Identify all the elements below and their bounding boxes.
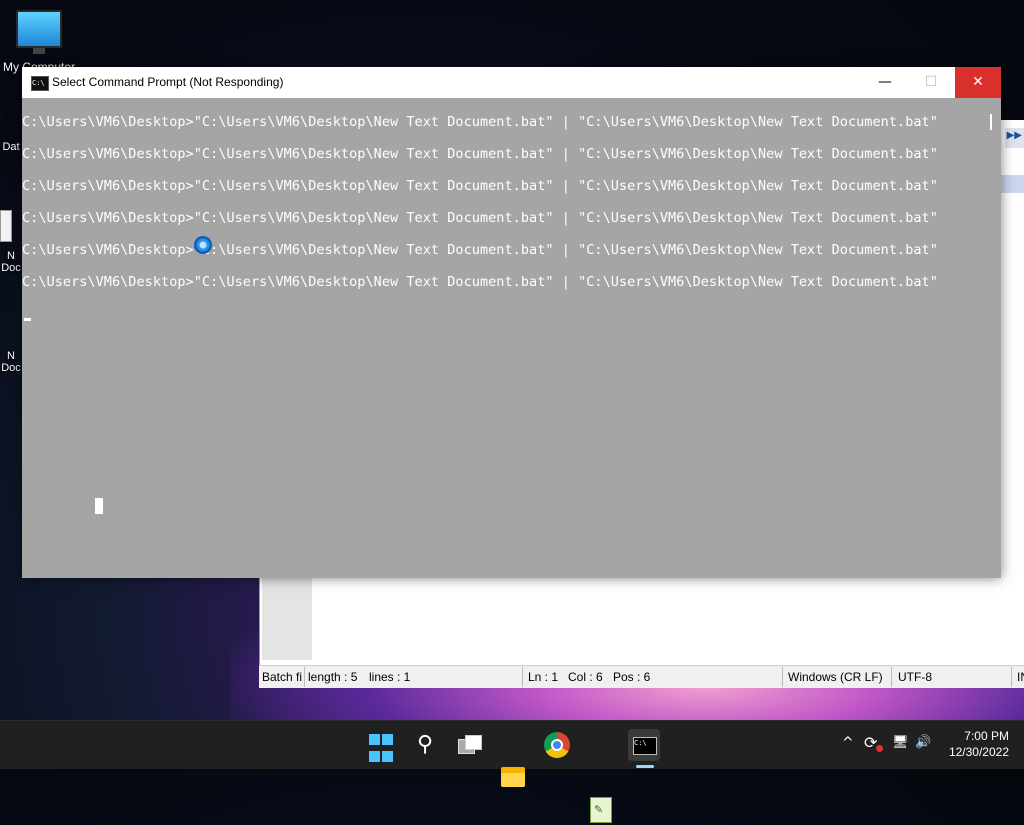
- command-prompt-window[interactable]: C:\ Select Command Prompt (Not Respondin…: [22, 67, 1001, 578]
- desktop-icon-label: Dat: [2, 141, 20, 153]
- start-icon[interactable]: [364, 729, 406, 771]
- status-ins: IN: [1017, 670, 1024, 684]
- chrome-icon[interactable]: [541, 729, 573, 761]
- desktop-icon-dat[interactable]: Dat: [0, 115, 22, 153]
- status-lines: lines : 1: [369, 670, 411, 684]
- file-explorer-icon[interactable]: [497, 761, 529, 793]
- system-clock[interactable]: 7:00 PM 12/30/2022: [949, 728, 1009, 760]
- console-line: C:\Users\VM6\Desktop>"C:\Users\VM6\Deskt…: [22, 146, 938, 162]
- title-bar[interactable]: C:\ Select Command Prompt (Not Respondin…: [22, 67, 1001, 98]
- status-encoding: UTF-8: [898, 670, 932, 684]
- task-view-icon[interactable]: [453, 729, 485, 761]
- file-icon: [0, 210, 12, 242]
- maximize-button[interactable]: ☐: [908, 67, 954, 98]
- desktop-icon-my-computer[interactable]: My Computer: [0, 10, 78, 74]
- console-line: C:\Users\VM6\Desktop>"C:\Users\VM6\Deskt…: [22, 242, 938, 258]
- status-filetype: Batch fi: [262, 670, 303, 684]
- status-ln: Ln : 1: [528, 670, 559, 684]
- busy-spinner-icon: [194, 236, 212, 254]
- status-pos: Pos : 6: [613, 670, 651, 684]
- console-line: C:\Users\VM6\Desktop>"C:\Users\VM6\Deskt…: [22, 210, 938, 226]
- taskbar: ⚲ ✎ C:\ ^ ⟳ 🖥 🔊 7:00 PM 12/30/2022: [0, 720, 1024, 823]
- text-cursor: [24, 318, 31, 321]
- desktop-icon-label: N Doc: [1, 250, 21, 274]
- console-line: C:\Users\VM6\Desktop>"C:\Users\VM6\Deskt…: [22, 114, 938, 130]
- close-button[interactable]: ✕: [955, 67, 1001, 98]
- console-output[interactable]: C:\Users\VM6\Desktop>"C:\Users\VM6\Deskt…: [22, 98, 1001, 578]
- cmd-icon: C:\: [31, 76, 49, 91]
- clock-time: 7:00 PM: [964, 729, 1009, 743]
- minimize-button[interactable]: —: [862, 67, 908, 98]
- notepadpp-status-bar: Batch fi length : 5 lines : 1 Ln : 1 Col…: [259, 665, 1024, 688]
- scrollbar-thumb[interactable]: [990, 114, 992, 130]
- block-cursor: [95, 498, 103, 514]
- status-col: Col : 6: [568, 670, 603, 684]
- desktop-icon-doc[interactable]: N Doc: [0, 210, 22, 274]
- terminal-icon[interactable]: C:\: [628, 729, 660, 761]
- notepadpp-tab-strip: [1001, 175, 1024, 193]
- status-divider: [891, 667, 892, 687]
- volume-icon[interactable]: 🔊: [915, 735, 931, 750]
- fast-forward-icon[interactable]: ▶▶: [1007, 130, 1022, 141]
- search-icon[interactable]: ⚲: [409, 729, 441, 761]
- console-line: C:\Users\VM6\Desktop>"C:\Users\VM6\Deskt…: [22, 274, 938, 290]
- status-divider: [1011, 667, 1012, 687]
- notification-badge: [876, 745, 883, 752]
- status-eol: Windows (CR LF): [788, 670, 883, 684]
- show-hidden-icons-chevron-icon[interactable]: ^: [842, 735, 854, 751]
- console-line: C:\Users\VM6\Desktop>"C:\Users\VM6\Deskt…: [22, 178, 938, 194]
- notepadpp-icon[interactable]: ✎: [584, 793, 616, 825]
- monitor-icon: [16, 10, 62, 54]
- network-icon[interactable]: 🖥: [892, 735, 909, 750]
- status-length: length : 5: [308, 670, 358, 684]
- clock-date: 12/30/2022: [948, 745, 1009, 759]
- desktop-icon-label: N Doc: [1, 350, 21, 374]
- desktop-icon-doc-2[interactable]: N Doc: [0, 350, 22, 374]
- status-divider: [522, 667, 523, 687]
- line-number-gutter: [262, 570, 312, 660]
- status-divider: [782, 667, 783, 687]
- window-title: Select Command Prompt (Not Responding): [52, 75, 284, 89]
- status-divider: [304, 667, 305, 687]
